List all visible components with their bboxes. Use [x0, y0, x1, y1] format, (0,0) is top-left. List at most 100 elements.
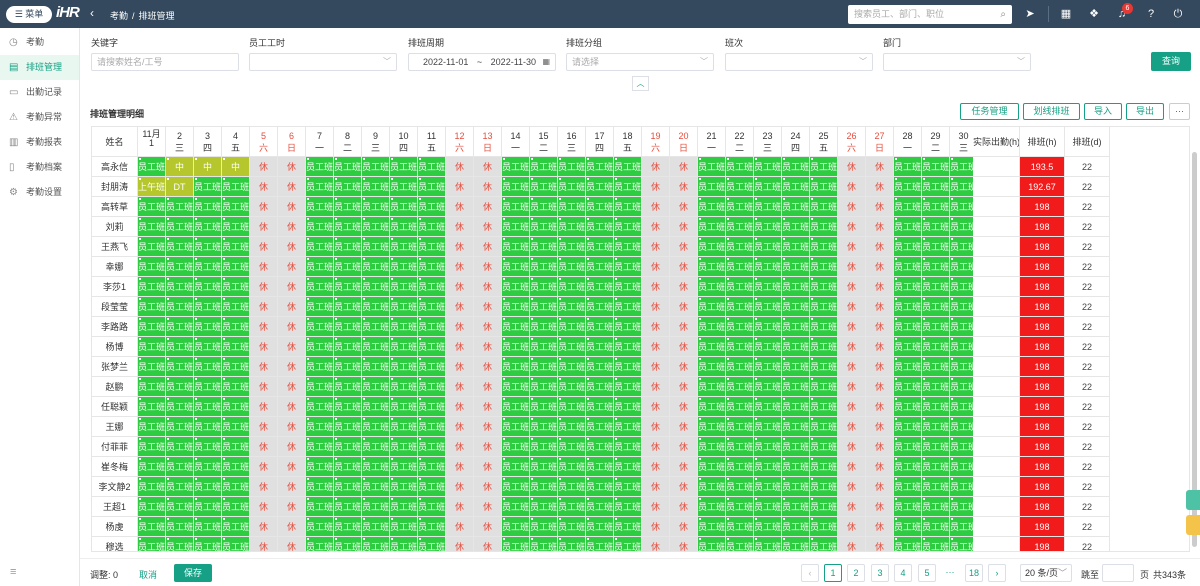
shift-cell[interactable]: 员工班: [222, 297, 250, 317]
shift-cell[interactable]: 员工班: [558, 297, 586, 317]
shift-cell[interactable]: 员工班: [922, 537, 950, 551]
rest-cell[interactable]: 休: [642, 337, 670, 357]
import-button[interactable]: 导入: [1084, 103, 1122, 120]
shift-cell[interactable]: 员工班: [166, 497, 194, 517]
rest-cell[interactable]: 休: [866, 437, 894, 457]
rest-cell[interactable]: 休: [278, 397, 306, 417]
shift-cell[interactable]: 员工班: [754, 377, 782, 397]
rest-cell[interactable]: 休: [838, 477, 866, 497]
shift-cell[interactable]: 员工班: [502, 437, 530, 457]
rest-cell[interactable]: 休: [642, 417, 670, 437]
vertical-scrollbar[interactable]: [1192, 152, 1197, 547]
rest-cell[interactable]: 休: [446, 197, 474, 217]
day-header[interactable]: 14 一: [502, 127, 530, 157]
help-float-icon[interactable]: [1186, 490, 1200, 510]
rest-cell[interactable]: 休: [670, 417, 698, 437]
shift-cell[interactable]: 员工班: [334, 537, 362, 551]
shift-cell[interactable]: 员工班: [530, 377, 558, 397]
group-select[interactable]: 请选择 ﹀: [566, 53, 714, 71]
shift-cell[interactable]: 员工班: [586, 157, 614, 177]
rest-cell[interactable]: 休: [866, 517, 894, 537]
rest-cell[interactable]: 休: [642, 257, 670, 277]
shift-cell[interactable]: 员工班: [166, 317, 194, 337]
shift-cell[interactable]: 员工班: [754, 537, 782, 551]
shift-cell[interactable]: 员工班: [754, 337, 782, 357]
rest-cell[interactable]: 休: [642, 537, 670, 551]
shift-cell[interactable]: 员工班: [166, 237, 194, 257]
rest-cell[interactable]: 休: [642, 237, 670, 257]
day-header[interactable]: 23 三: [754, 127, 782, 157]
shift-cell[interactable]: 员工班: [782, 217, 810, 237]
rest-cell[interactable]: 休: [278, 337, 306, 357]
shift-cell[interactable]: 员工班: [362, 437, 390, 457]
shift-cell[interactable]: 员工班: [194, 257, 222, 277]
rest-cell[interactable]: 休: [278, 457, 306, 477]
shift-cell[interactable]: 员工班: [614, 457, 642, 477]
shift-cell[interactable]: 员工班: [894, 197, 922, 217]
shift-cell[interactable]: 员工班: [306, 357, 334, 377]
employee-name[interactable]: 崔冬梅: [92, 457, 138, 477]
shift-cell[interactable]: 员工班: [418, 537, 446, 551]
shift-cell[interactable]: 员工班: [222, 397, 250, 417]
rest-cell[interactable]: 休: [670, 157, 698, 177]
shift-cell[interactable]: 员工班: [726, 357, 754, 377]
rest-cell[interactable]: 休: [474, 297, 502, 317]
shift-cell[interactable]: 员工班: [502, 537, 530, 551]
shift-cell[interactable]: 员工班: [614, 337, 642, 357]
shift-cell[interactable]: 员工班: [558, 317, 586, 337]
shift-cell[interactable]: 员工班: [306, 417, 334, 437]
shift-cell[interactable]: 员工班: [558, 397, 586, 417]
rest-cell[interactable]: 休: [670, 317, 698, 337]
global-search-input[interactable]: 搜索员工、部门、职位 ⌕: [848, 5, 1012, 24]
shift-cell[interactable]: 员工班: [754, 517, 782, 537]
shift-cell[interactable]: 员工班: [390, 477, 418, 497]
shift-cell[interactable]: 员工班: [698, 197, 726, 217]
shift-cell[interactable]: 员工班: [698, 157, 726, 177]
shift-cell[interactable]: 员工班: [502, 197, 530, 217]
shift-cell[interactable]: 员工班: [782, 397, 810, 417]
shift-cell[interactable]: 员工班: [362, 257, 390, 277]
rest-cell[interactable]: 休: [642, 517, 670, 537]
shift-cell[interactable]: 员工班: [586, 237, 614, 257]
shift-cell[interactable]: 员工班: [586, 417, 614, 437]
shift-cell[interactable]: 员工班: [530, 257, 558, 277]
shift-cell[interactable]: 员工班: [726, 277, 754, 297]
shift-cell[interactable]: 员工班: [138, 537, 166, 551]
shift-cell[interactable]: 员工班: [810, 417, 838, 437]
shift-cell[interactable]: 员工班: [894, 497, 922, 517]
page-5[interactable]: 5: [918, 564, 936, 582]
rest-cell[interactable]: 休: [866, 337, 894, 357]
shift-cell[interactable]: 员工班: [810, 377, 838, 397]
rest-cell[interactable]: 休: [446, 417, 474, 437]
shift-cell[interactable]: 员工班: [166, 197, 194, 217]
shift-cell[interactable]: 员工班: [586, 177, 614, 197]
shift-cell[interactable]: 员工班: [306, 317, 334, 337]
shift-cell[interactable]: 员工班: [922, 257, 950, 277]
query-button[interactable]: 查询: [1151, 52, 1191, 71]
rest-cell[interactable]: 休: [866, 417, 894, 437]
collapse-filter-icon[interactable]: ︿: [632, 76, 649, 91]
rest-cell[interactable]: 休: [670, 177, 698, 197]
shift-cell[interactable]: 员工班: [586, 277, 614, 297]
shift-cell[interactable]: 员工班: [306, 497, 334, 517]
shift-cell[interactable]: 员工班: [894, 157, 922, 177]
rest-cell[interactable]: 休: [866, 237, 894, 257]
shift-cell[interactable]: 员工班: [558, 437, 586, 457]
shift-cell[interactable]: 员工班: [754, 257, 782, 277]
shift-cell[interactable]: 员工班: [502, 457, 530, 477]
shift-cell[interactable]: 员工班: [530, 237, 558, 257]
rest-cell[interactable]: 休: [446, 517, 474, 537]
day-header[interactable]: 13 日: [474, 127, 502, 157]
shift-cell[interactable]: 员工班: [194, 237, 222, 257]
shift-cell[interactable]: 员工班: [166, 277, 194, 297]
shift-cell[interactable]: 员工班: [362, 497, 390, 517]
rest-cell[interactable]: 休: [446, 497, 474, 517]
rest-cell[interactable]: 休: [670, 237, 698, 257]
shift-cell[interactable]: 员工班: [390, 217, 418, 237]
rest-cell[interactable]: 休: [278, 277, 306, 297]
shift-cell[interactable]: 员工班: [390, 357, 418, 377]
shift-cell[interactable]: 员工班: [222, 417, 250, 437]
shift-cell[interactable]: 员工班: [530, 337, 558, 357]
sidebar-item-scheduling[interactable]: ▤ 排班管理: [0, 55, 79, 80]
rest-cell[interactable]: 休: [670, 457, 698, 477]
